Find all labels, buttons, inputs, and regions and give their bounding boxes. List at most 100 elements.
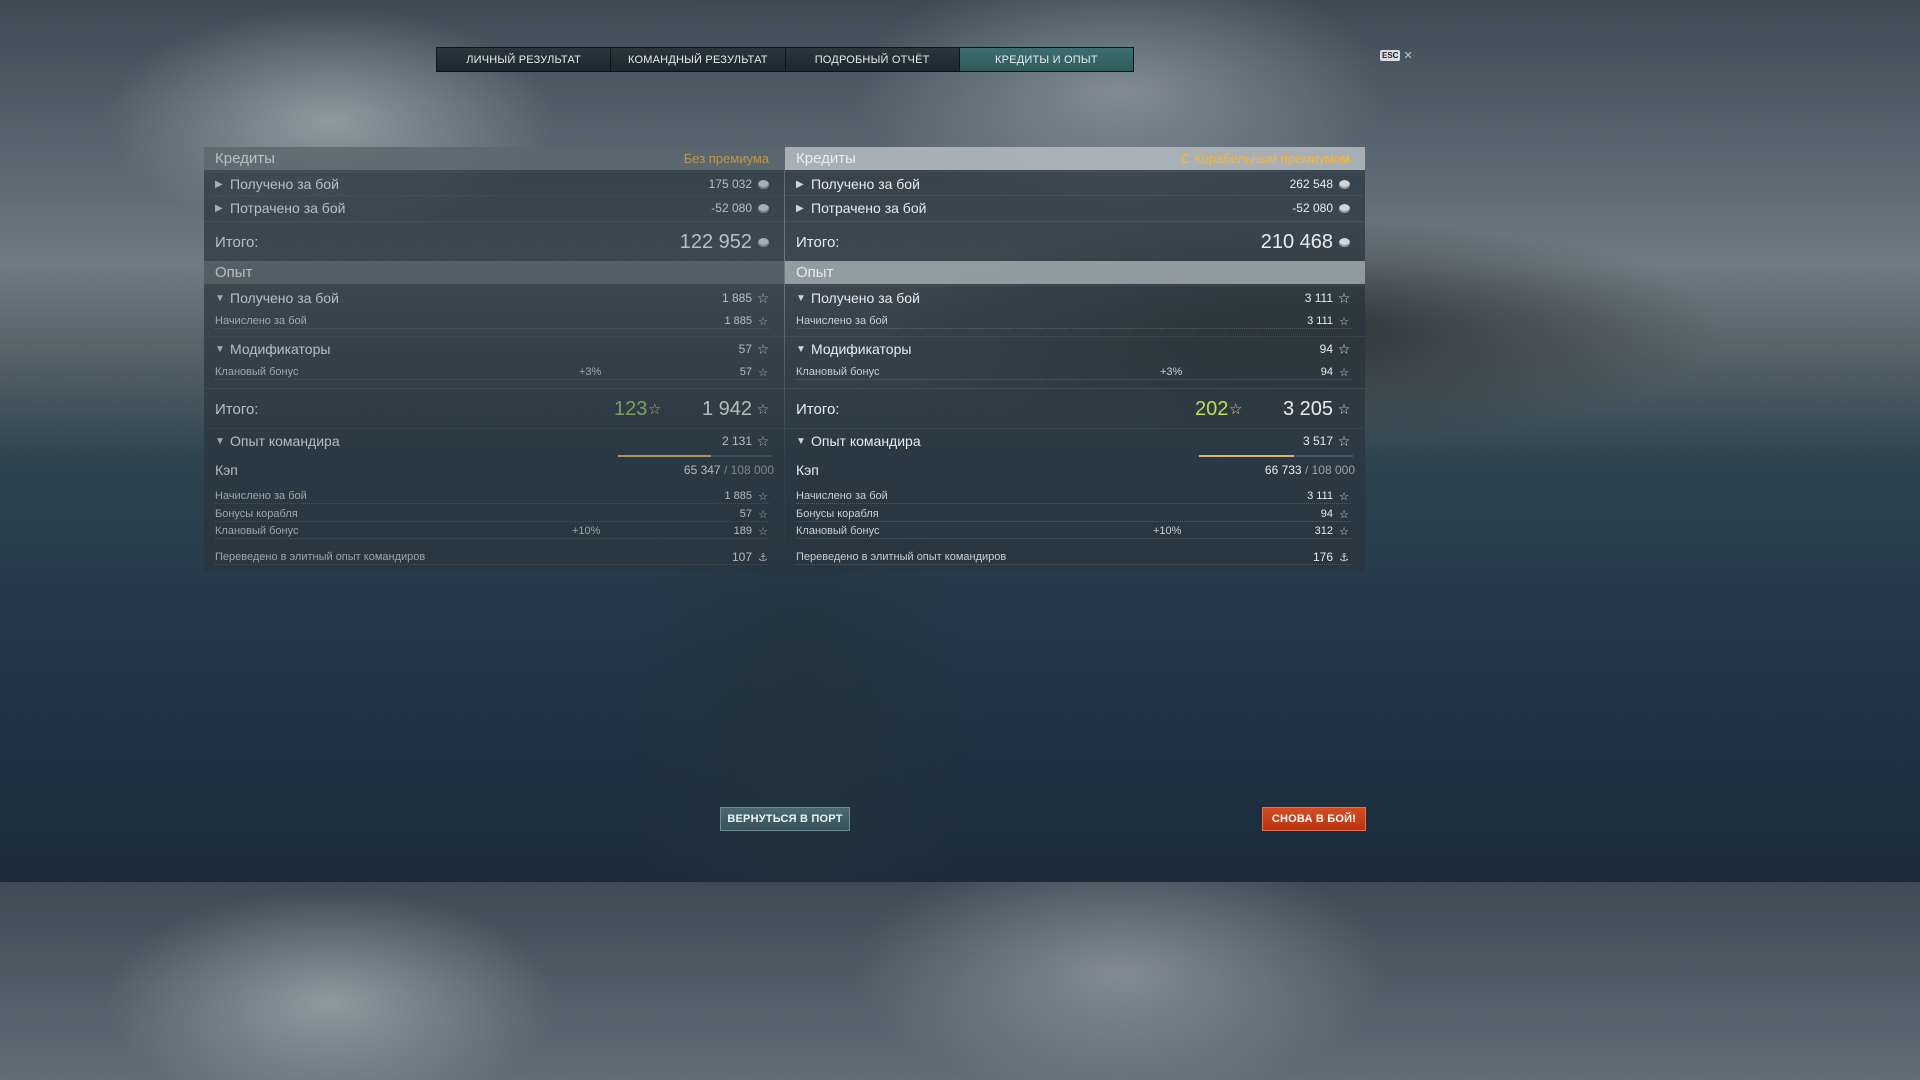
cap-current: 65 347: [683, 463, 721, 477]
bonus-star-icon: ☆: [648, 401, 662, 418]
collapse-arrow-icon[interactable]: ▼: [796, 344, 806, 355]
exp-title: Опыт: [796, 264, 834, 281]
exp-title: Опыт: [215, 264, 253, 281]
exp-total-value: 1 942: [701, 397, 752, 420]
commander-exp-row[interactable]: ▼ Опыт командира 2 131 ☆: [204, 428, 784, 453]
credits-total-label: Итого:: [215, 233, 259, 251]
return-to-port-button[interactable]: ВЕРНУТЬСЯ В ПОРТ: [720, 807, 850, 831]
exp-header: Опыт: [785, 261, 1365, 284]
ship-bonus-value: 94: [1320, 508, 1333, 520]
exp-received-row[interactable]: ▼ Получено за бой 3 111 ☆: [785, 285, 1365, 310]
star-icon: ☆: [1339, 490, 1349, 503]
credits-spent-row[interactable]: ▶ Потрачено за бой -52 080: [204, 195, 784, 220]
cmdr-clan-bonus-percent: +10%: [572, 525, 601, 537]
divider: [796, 564, 1351, 565]
credits-total-value: 210 468: [1260, 230, 1333, 253]
tab-credits-and-xp[interactable]: КРЕДИТЫ И ОПЫТ: [959, 48, 1133, 71]
credits-total-row: Итого: 210 468: [785, 221, 1365, 262]
cmdr-accrued-label: Начислено за бой: [796, 490, 888, 502]
credits-received-value: 175 032: [708, 177, 752, 191]
credits-received-row[interactable]: ▶ Получено за бой 262 548: [785, 171, 1365, 196]
star-icon: ☆: [756, 340, 770, 357]
commander-exp-label: Опыт командира: [811, 433, 921, 449]
star-icon: ☆: [758, 366, 768, 379]
exp-received-label: Получено за бой: [230, 290, 339, 306]
commander-exp-label: Опыт командира: [230, 433, 340, 449]
credits-spent-value: -52 080: [711, 201, 752, 215]
collapse-arrow-icon[interactable]: ▼: [215, 436, 225, 447]
credits-header: Кредиты С Корабельным премиумом: [785, 147, 1365, 170]
tab-personal-result[interactable]: ЛИЧНЫЙ РЕЗУЛЬТАТ: [437, 48, 612, 71]
close-button[interactable]: ESC ✕: [1380, 49, 1413, 62]
credits-coin-icon: [756, 201, 770, 215]
exp-accrued-value: 3 111: [1307, 315, 1333, 327]
credits-total-label: Итого:: [796, 233, 840, 251]
cmdr-accrued-value: 3 111: [1307, 490, 1333, 502]
expand-arrow-icon[interactable]: ▶: [215, 179, 223, 190]
battle-again-button[interactable]: СНОВА В БОЙ!: [1262, 807, 1366, 831]
star-icon: ☆: [758, 525, 768, 538]
modifiers-row[interactable]: ▼ Модификаторы 57 ☆: [204, 336, 784, 361]
exp-total-row: Итого: 123 ☆ 1 942 ☆: [204, 388, 784, 429]
cmdr-clan-bonus-value: 312: [1314, 525, 1333, 537]
exp-received-value: 1 885: [721, 291, 752, 305]
collapse-arrow-icon[interactable]: ▼: [796, 436, 806, 447]
esc-key-icon: ESC: [1380, 50, 1401, 61]
credits-total-value: 122 952: [679, 230, 752, 253]
credits-coin-icon: [1337, 235, 1351, 249]
star-icon: ☆: [1339, 315, 1349, 328]
modifiers-label: Модификаторы: [230, 341, 331, 357]
divider: [215, 379, 770, 380]
cmdr-accrued-value: 1 885: [724, 490, 752, 502]
divider: [215, 564, 770, 565]
cmdr-accrued-label: Начислено за бой: [215, 490, 307, 502]
star-icon: ☆: [756, 400, 770, 417]
cmdr-clan-bonus-label: Клановый бонус: [215, 525, 299, 537]
credits-total-row: Итого: 122 952: [204, 221, 784, 262]
commander-exp-row[interactable]: ▼ Опыт командира 3 517 ☆: [785, 428, 1365, 453]
credits-received-label: Получено за бой: [811, 176, 920, 192]
exp-accrued-row: Начислено за бой 3 111 ☆: [785, 312, 1365, 330]
ship-bonus-row: Бонусы корабля 94 ☆: [785, 505, 1365, 523]
clan-bonus-row: Клановый бонус +3% 94 ☆: [785, 363, 1365, 381]
star-icon: ☆: [1337, 289, 1351, 306]
credits-coin-icon: [756, 235, 770, 249]
collapse-arrow-icon[interactable]: ▼: [796, 293, 806, 304]
exp-accrued-label: Начислено за бой: [796, 315, 888, 327]
expand-arrow-icon[interactable]: ▶: [796, 179, 804, 190]
credits-spent-row[interactable]: ▶ Потрачено за бой -52 080: [785, 195, 1365, 220]
exp-bonus-value: 202: [1195, 397, 1229, 420]
collapse-arrow-icon[interactable]: ▼: [215, 293, 225, 304]
expand-arrow-icon[interactable]: ▶: [796, 203, 804, 214]
credits-received-row[interactable]: ▶ Получено за бой 175 032: [204, 171, 784, 196]
clan-bonus-value: 94: [1320, 366, 1333, 378]
divider: [796, 503, 1351, 504]
star-icon: ☆: [758, 508, 768, 521]
star-icon: ☆: [1337, 432, 1351, 449]
credits-spent-value: -52 080: [1292, 201, 1333, 215]
tab-team-result[interactable]: КОМАНДНЫЙ РЕЗУЛЬТАТ: [611, 48, 786, 71]
elite-exp-label: Переведено в элитный опыт командиров: [215, 551, 426, 563]
divider: [215, 503, 770, 504]
collapse-arrow-icon[interactable]: ▼: [215, 344, 225, 355]
exp-received-row[interactable]: ▼ Получено за бой 1 885 ☆: [204, 285, 784, 310]
modifiers-row[interactable]: ▼ Модификаторы 94 ☆: [785, 336, 1365, 361]
close-icon: ✕: [1403, 50, 1413, 62]
elite-exp-label: Переведено в элитный опыт командиров: [796, 551, 1007, 563]
cmdr-accrued-row: Начислено за бой 1 885 ☆: [204, 487, 784, 505]
credits-spent-label: Потрачено за бой: [230, 200, 346, 216]
credits-coin-icon: [1337, 201, 1351, 215]
credits-received-label: Получено за бой: [230, 176, 339, 192]
credits-title: Кредиты: [796, 150, 856, 167]
ship-bonus-label: Бонусы корабля: [796, 508, 879, 520]
credits-coin-icon: [756, 177, 770, 191]
exp-header: Опыт: [204, 261, 784, 284]
tab-detailed-report[interactable]: ПОДРОБНЫЙ ОТЧЁТ: [785, 48, 960, 71]
clan-bonus-label: Клановый бонус: [796, 366, 880, 378]
cap-progress-bar: [1199, 455, 1353, 457]
expand-arrow-icon[interactable]: ▶: [215, 203, 223, 214]
elite-exp-value: 176: [1312, 550, 1333, 564]
star-icon: ☆: [1339, 366, 1349, 379]
clan-bonus-row: Клановый бонус +3% 57 ☆: [204, 363, 784, 381]
cap-value: 65 347 / 108 000: [684, 463, 774, 477]
